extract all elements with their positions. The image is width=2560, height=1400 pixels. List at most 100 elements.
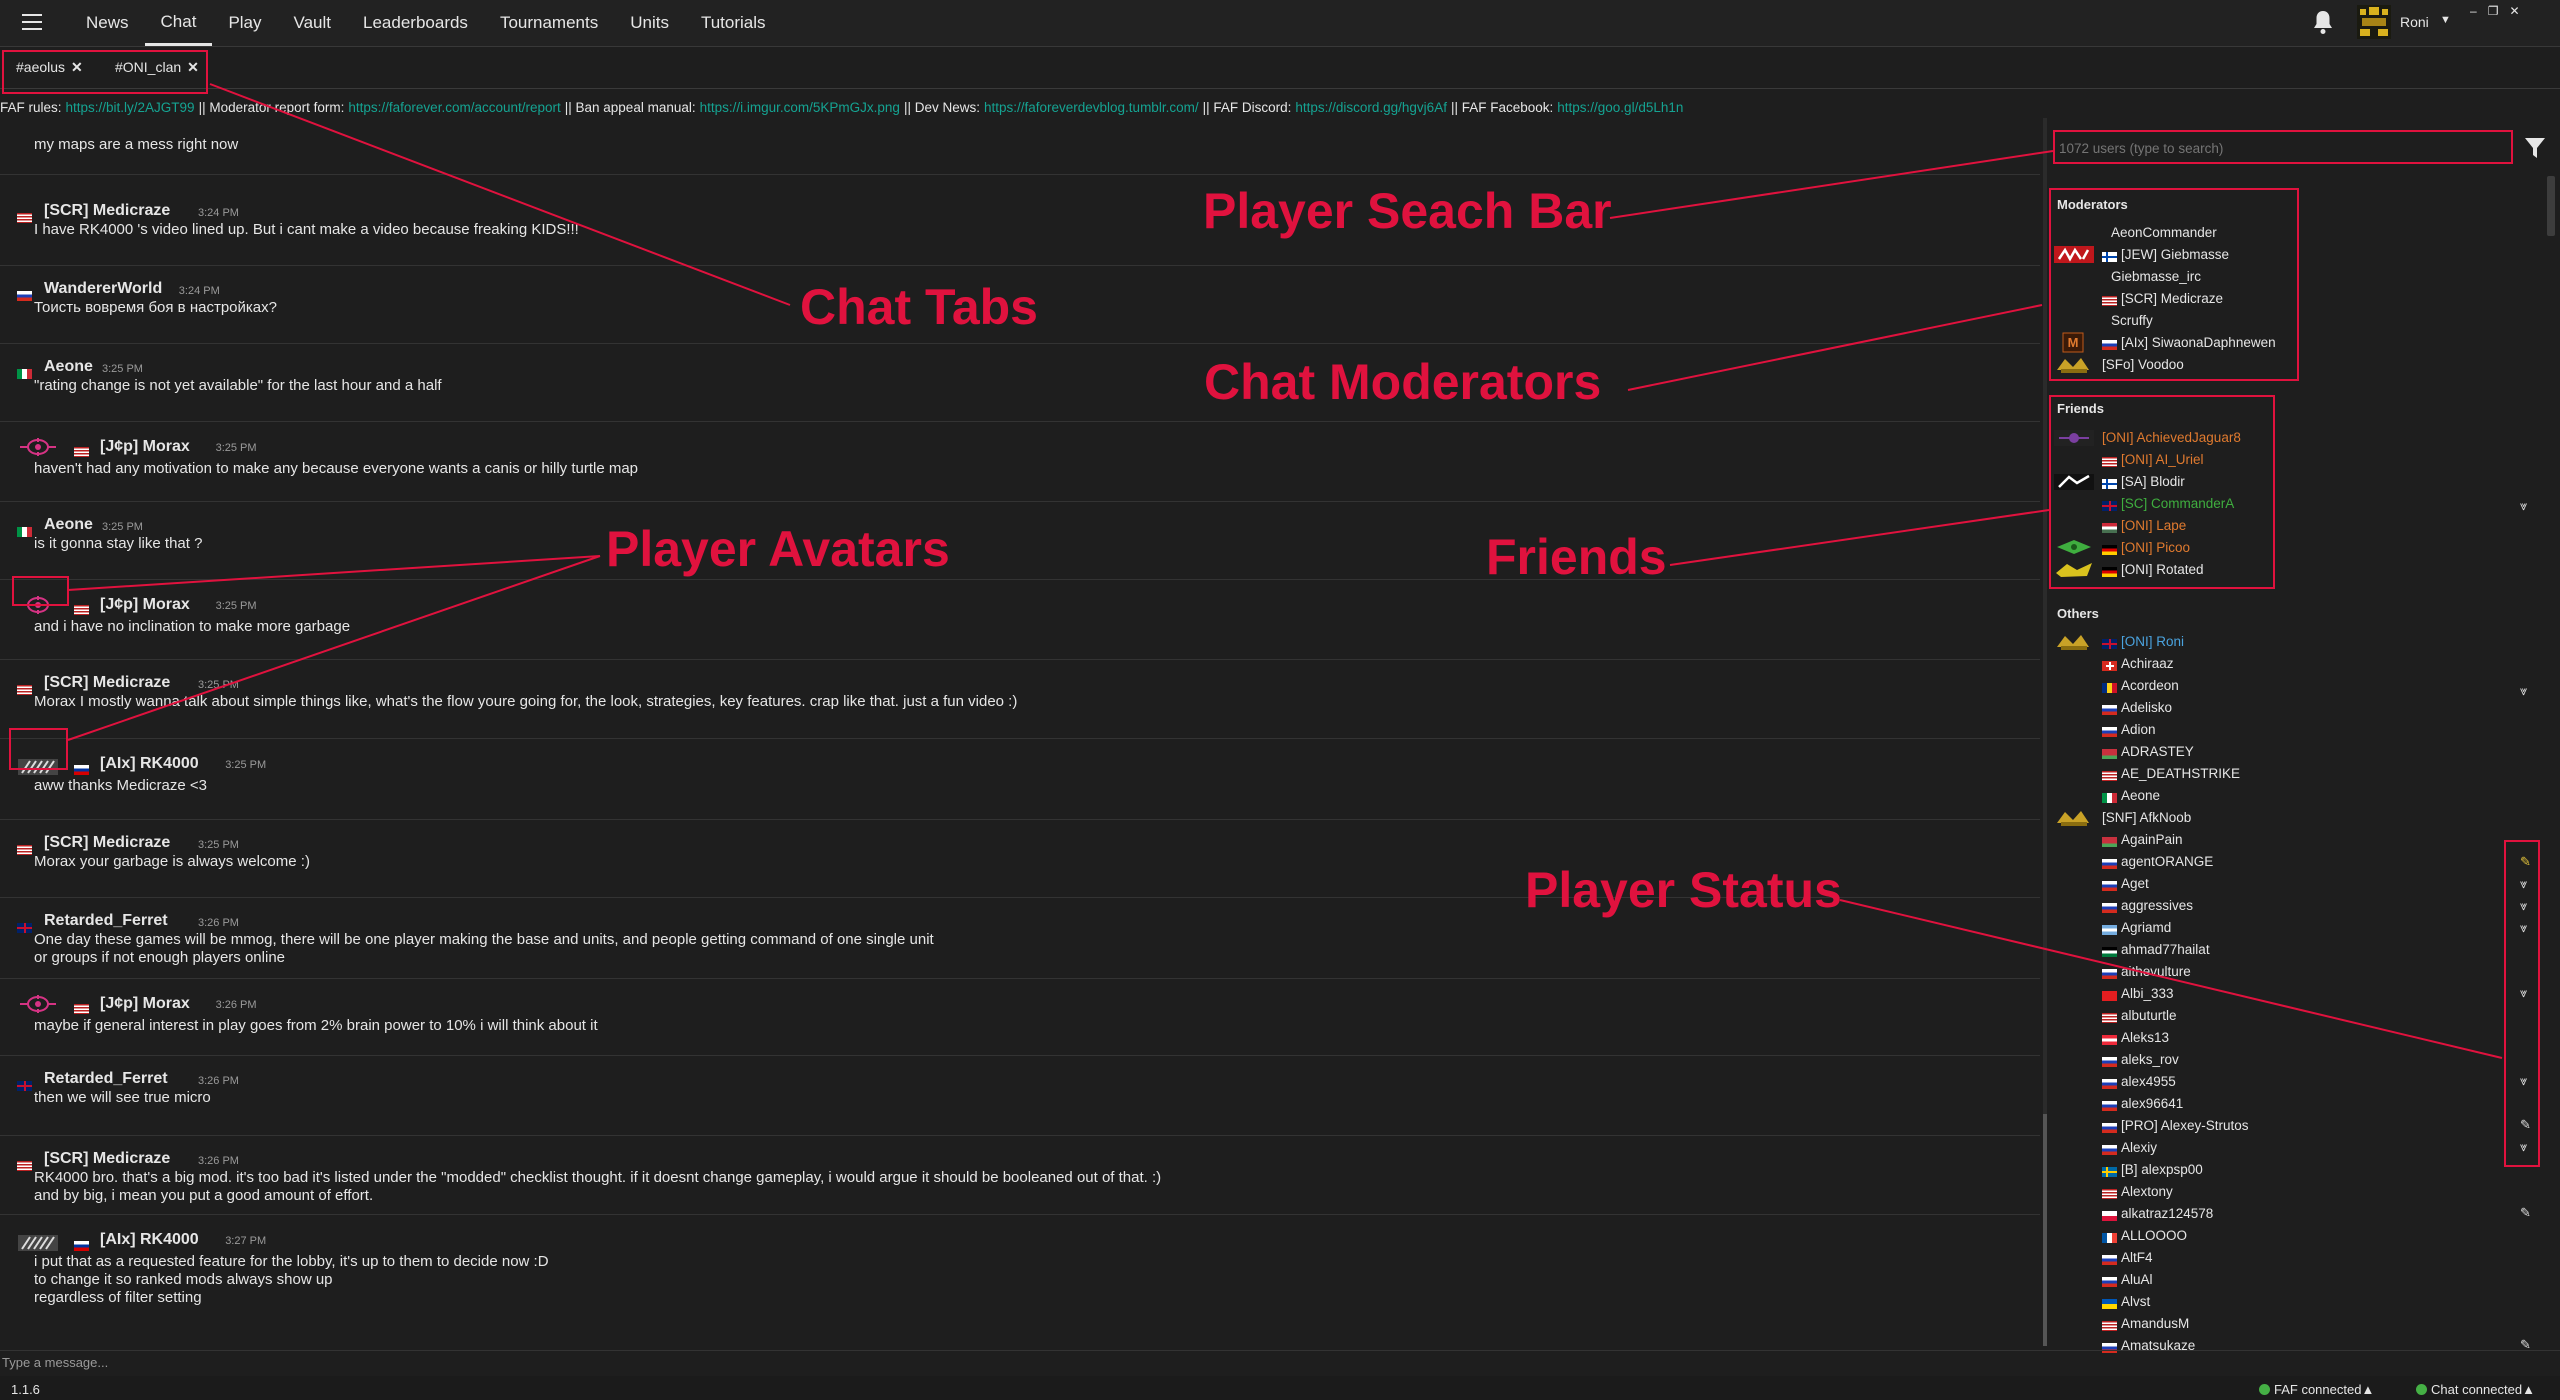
- topic-link[interactable]: https://bit.ly/2AJGT99: [66, 100, 195, 115]
- user-row[interactable]: aggressives: [2053, 895, 2533, 917]
- message-text: One day these games will be mmog, there …: [34, 931, 934, 966]
- faf-connection-status[interactable]: FAF connected▲: [2259, 1382, 2374, 1397]
- flag-icon: [2102, 1255, 2117, 1266]
- topic-link[interactable]: https://faforeverdevblog.tumblr.com/: [984, 100, 1199, 115]
- user-row[interactable]: ADRASTEY: [2053, 741, 2533, 763]
- message-author[interactable]: Aeone: [44, 516, 93, 534]
- user-row[interactable]: [PRO] Alexey-Strutos: [2053, 1115, 2533, 1137]
- chat-connection-status[interactable]: Chat connected▲: [2416, 1382, 2535, 1397]
- message-author[interactable]: [SCR] Medicraze: [44, 1150, 170, 1168]
- nav-item-chat[interactable]: Chat: [144, 0, 213, 46]
- nav-item-play[interactable]: Play: [212, 0, 277, 46]
- hamburger-menu-icon[interactable]: [22, 14, 42, 30]
- player-search-bar[interactable]: [2053, 130, 2513, 164]
- chat-message: [AIx] RK4000 3:27 PM i put that as a reque…: [0, 1214, 2040, 1350]
- friends-highlight: [2049, 395, 2275, 589]
- user-row[interactable]: alex4955: [2053, 1071, 2533, 1093]
- chat-message: Aeone 3:25 PM "rating change is not yet av…: [0, 343, 2040, 422]
- user-row[interactable]: [ONI] Roni: [2053, 631, 2533, 653]
- user-search-input[interactable]: [2057, 134, 2501, 162]
- message-author[interactable]: Retarded_Ferret: [44, 912, 168, 930]
- user-row[interactable]: alex96641: [2053, 1093, 2533, 1115]
- user-name: Aget: [2121, 876, 2149, 891]
- message-author[interactable]: [SCR] Medicraze: [44, 202, 170, 220]
- user-name: Adion: [2121, 722, 2156, 737]
- topic-link[interactable]: https://faforever.com/account/report: [348, 100, 560, 115]
- user-row[interactable]: Alextony: [2053, 1181, 2533, 1203]
- nav-item-vault[interactable]: Vault: [278, 0, 348, 46]
- topic-link[interactable]: https://discord.gg/hgvj6Af: [1295, 100, 1447, 115]
- user-row[interactable]: AmandusM: [2053, 1313, 2533, 1335]
- message-author[interactable]: Aeone: [44, 358, 93, 376]
- user-row[interactable]: agentORANGE: [2053, 851, 2533, 873]
- message-author[interactable]: [J¢p] Morax: [100, 596, 190, 614]
- message-scrollbar[interactable]: [2043, 118, 2047, 1346]
- message-author[interactable]: Retarded_Ferret: [44, 1070, 168, 1088]
- topic-link[interactable]: https://goo.gl/d5Lh1n: [1557, 100, 1683, 115]
- avatar-highlight: [12, 576, 69, 606]
- profile-avatar[interactable]: [2357, 5, 2391, 39]
- nav-item-leaderboards[interactable]: Leaderboards: [347, 0, 484, 46]
- message-author[interactable]: [AIx] RK4000: [100, 755, 199, 773]
- user-row[interactable]: Achiraaz: [2053, 653, 2533, 675]
- user-row[interactable]: AltF4: [2053, 1247, 2533, 1269]
- user-row[interactable]: AluAl: [2053, 1269, 2533, 1291]
- minimize-icon[interactable]: –: [2470, 4, 2477, 18]
- restore-icon[interactable]: ❐: [2488, 4, 2499, 18]
- user-row[interactable]: Alexiy: [2053, 1137, 2533, 1159]
- user-row[interactable]: Agriamd: [2053, 917, 2533, 939]
- user-row[interactable]: aleks_rov: [2053, 1049, 2533, 1071]
- close-window-icon[interactable]: ✕: [2509, 4, 2519, 18]
- nav-item-news[interactable]: News: [70, 0, 145, 46]
- user-row[interactable]: AgainPain: [2053, 829, 2533, 851]
- category-others[interactable]: Others: [2057, 606, 2099, 621]
- in-game-status-icon: ⩔: [2520, 498, 2528, 513]
- nav-item-units[interactable]: Units: [614, 0, 685, 46]
- user-row[interactable]: AE_DEATHSTRIKE: [2053, 763, 2533, 785]
- user-row[interactable]: Alvst: [2053, 1291, 2533, 1313]
- user-row[interactable]: ahmad77hailat: [2053, 939, 2533, 961]
- chat-message: [J¢p] Morax 3:25 PM and i have no inclinat…: [0, 579, 2040, 660]
- user-row[interactable]: Aeone: [2053, 785, 2533, 807]
- message-input[interactable]: Type a message...: [0, 1350, 2560, 1375]
- user-row[interactable]: [SNF] AfkNoob: [2053, 807, 2533, 829]
- user-list-scrollbar[interactable]: [2546, 176, 2556, 1350]
- player-avatar: [16, 436, 60, 458]
- user-row[interactable]: Aget: [2053, 873, 2533, 895]
- user-row[interactable]: Adelisko: [2053, 697, 2533, 719]
- chat-message: my maps are a mess right now: [0, 118, 2040, 175]
- message-author[interactable]: [SCR] Medicraze: [44, 674, 170, 692]
- message-author[interactable]: [AIx] RK4000: [100, 1231, 199, 1249]
- user-row[interactable]: albuturtle: [2053, 1005, 2533, 1027]
- flag-icon: [74, 1240, 89, 1251]
- in-game-status-icon: ⩔: [2520, 683, 2528, 698]
- bell-icon[interactable]: [2312, 9, 2334, 35]
- user-row[interactable]: Adion: [2053, 719, 2533, 741]
- topic-link[interactable]: https://i.imgur.com/5KPmGJx.png: [700, 100, 900, 115]
- chat-message: Aeone 3:25 PM is it gonna stay like that ?: [0, 501, 2040, 580]
- nav-item-tournaments[interactable]: Tournaments: [484, 0, 614, 46]
- message-author[interactable]: [SCR] Medicraze: [44, 834, 170, 852]
- message-text: is it gonna stay like that ?: [34, 535, 203, 552]
- profile-username[interactable]: Roni: [2400, 14, 2429, 30]
- scrollbar-thumb[interactable]: [2043, 1114, 2047, 1346]
- annotation-player-status: Player Status: [1525, 862, 1842, 918]
- user-row[interactable]: [B] alexpsp00: [2053, 1159, 2533, 1181]
- message-author[interactable]: WandererWorld: [44, 280, 162, 298]
- user-row[interactable]: alkatraz124578: [2053, 1203, 2533, 1225]
- flag-icon: [74, 446, 89, 457]
- message-author[interactable]: [J¢p] Morax: [100, 995, 190, 1013]
- user-row[interactable]: ALLOOOO: [2053, 1225, 2533, 1247]
- chevron-down-icon[interactable]: ▼: [2440, 14, 2451, 26]
- flag-icon: [2102, 1057, 2117, 1068]
- filter-icon[interactable]: [2524, 136, 2546, 160]
- scrollbar-thumb[interactable]: [2547, 176, 2555, 236]
- user-row[interactable]: Aleks13: [2053, 1027, 2533, 1049]
- nav-item-tutorials[interactable]: Tutorials: [685, 0, 782, 46]
- user-row[interactable]: Acordeon: [2053, 675, 2533, 697]
- flag-icon: [2102, 793, 2117, 804]
- message-author[interactable]: [J¢p] Morax: [100, 438, 190, 456]
- user-name: AE_DEATHSTRIKE: [2121, 766, 2241, 781]
- user-row[interactable]: Albi_333: [2053, 983, 2533, 1005]
- user-row[interactable]: aithevulture: [2053, 961, 2533, 983]
